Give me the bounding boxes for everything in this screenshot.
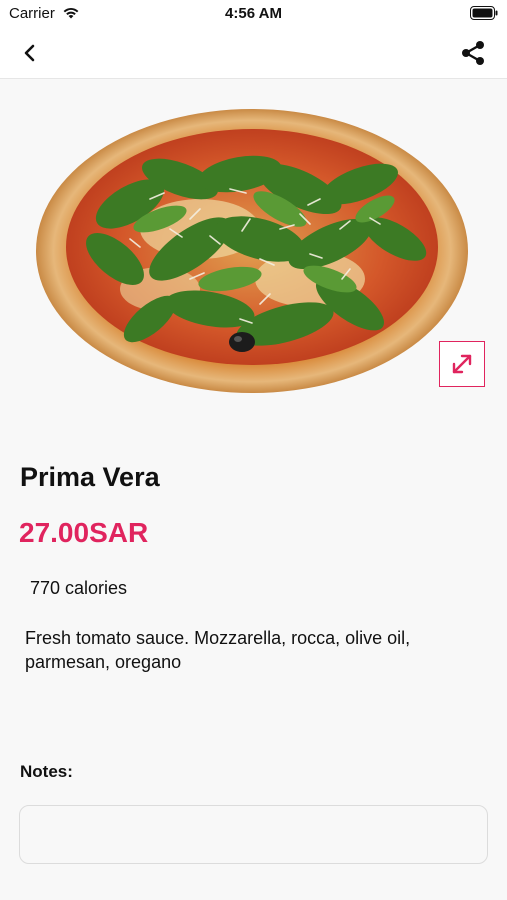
pizza-image [36,109,468,393]
clock: 4:56 AM [225,5,282,22]
share-button[interactable] [459,39,487,67]
expand-image-button[interactable] [439,341,485,387]
expand-arrows-icon [452,354,472,374]
product-title: Prima Vera [20,462,160,492]
status-bar: Carrier 4:56 AM [0,0,507,28]
notes-label: Notes: [20,762,73,781]
navigation-bar [0,28,507,79]
share-icon [462,41,484,65]
back-button[interactable] [17,40,43,66]
product-description: Fresh tomato sauce. Mozzarella, rocca, o… [25,628,411,672]
product-image [0,79,507,419]
product-calories: 770 calories [30,578,128,598]
notes-input[interactable] [19,805,488,864]
battery-icon [470,6,498,25]
chevron-left-icon [24,44,35,62]
product-price: 27.00SAR [19,517,149,548]
